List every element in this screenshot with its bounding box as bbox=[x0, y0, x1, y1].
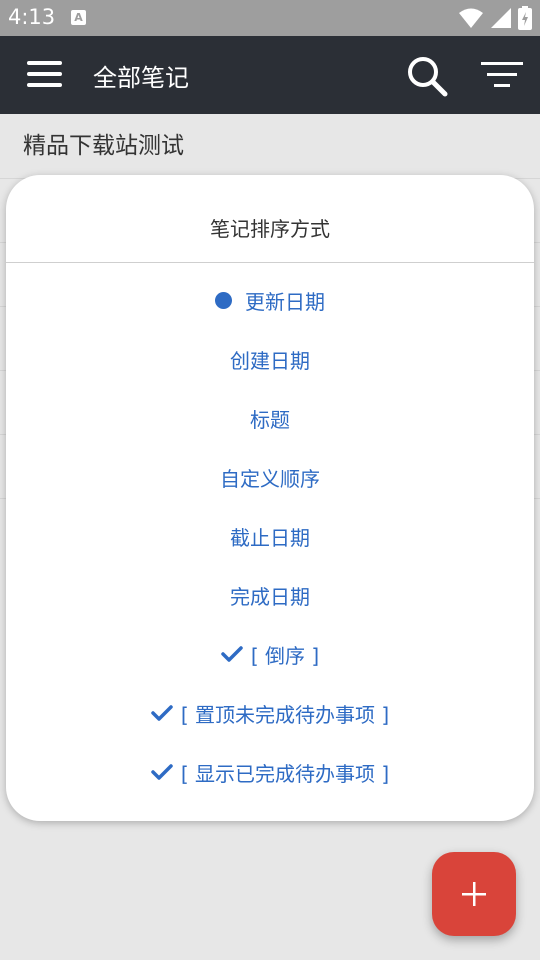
option-label: 标题 bbox=[250, 407, 290, 432]
menu-icon[interactable] bbox=[27, 61, 63, 89]
option-label: [ 倒序 ] bbox=[250, 643, 320, 668]
sort-option-completed[interactable]: 完成日期 bbox=[6, 575, 534, 615]
sort-option-updated[interactable]: 更新日期 bbox=[6, 280, 534, 320]
radio-selected-icon bbox=[215, 291, 232, 309]
wifi-icon bbox=[459, 8, 483, 28]
sort-dialog: 笔记排序方式 更新日期 创建日期 标题 自定义顺序 截止日期 完成日期 [ 倒序… bbox=[6, 175, 534, 821]
toggle-show-completed[interactable]: [ 显示已完成待办事项 ] bbox=[6, 752, 534, 792]
option-label: 截止日期 bbox=[230, 525, 310, 550]
signal-icon bbox=[491, 8, 511, 28]
option-label: [ 显示已完成待办事项 ] bbox=[180, 761, 390, 786]
notification-badge: A bbox=[71, 10, 86, 25]
divider bbox=[6, 262, 534, 263]
filter-icon[interactable] bbox=[480, 60, 524, 90]
add-note-button[interactable] bbox=[432, 852, 516, 936]
list-item[interactable]: 精品下载站测试 bbox=[0, 114, 540, 179]
checkmark-icon bbox=[151, 764, 173, 780]
plus-icon bbox=[462, 882, 486, 906]
checkmark-icon bbox=[151, 705, 173, 721]
status-time: 4:13 bbox=[8, 5, 56, 29]
sort-option-created[interactable]: 创建日期 bbox=[6, 339, 534, 379]
option-label: 创建日期 bbox=[230, 348, 310, 373]
toggle-pin-unfinished[interactable]: [ 置顶未完成待办事项 ] bbox=[6, 693, 534, 733]
system-icons bbox=[458, 6, 532, 30]
toggle-reverse-order[interactable]: [ 倒序 ] bbox=[6, 634, 534, 674]
page-title: 全部笔记 bbox=[93, 64, 189, 92]
status-bar: 4:13 A bbox=[0, 0, 540, 36]
option-label: [ 置顶未完成待办事项 ] bbox=[180, 702, 390, 727]
option-label: 自定义顺序 bbox=[220, 466, 320, 491]
option-label: 更新日期 bbox=[245, 289, 325, 314]
dialog-title: 笔记排序方式 bbox=[210, 217, 330, 241]
search-icon[interactable] bbox=[406, 55, 448, 97]
sort-option-custom[interactable]: 自定义顺序 bbox=[6, 457, 534, 497]
battery-icon bbox=[518, 6, 532, 30]
checkmark-icon bbox=[221, 646, 243, 662]
option-label: 完成日期 bbox=[230, 584, 310, 609]
app-bar: 全部笔记 bbox=[0, 36, 540, 114]
sort-option-title[interactable]: 标题 bbox=[6, 398, 534, 438]
sort-option-due[interactable]: 截止日期 bbox=[6, 516, 534, 556]
